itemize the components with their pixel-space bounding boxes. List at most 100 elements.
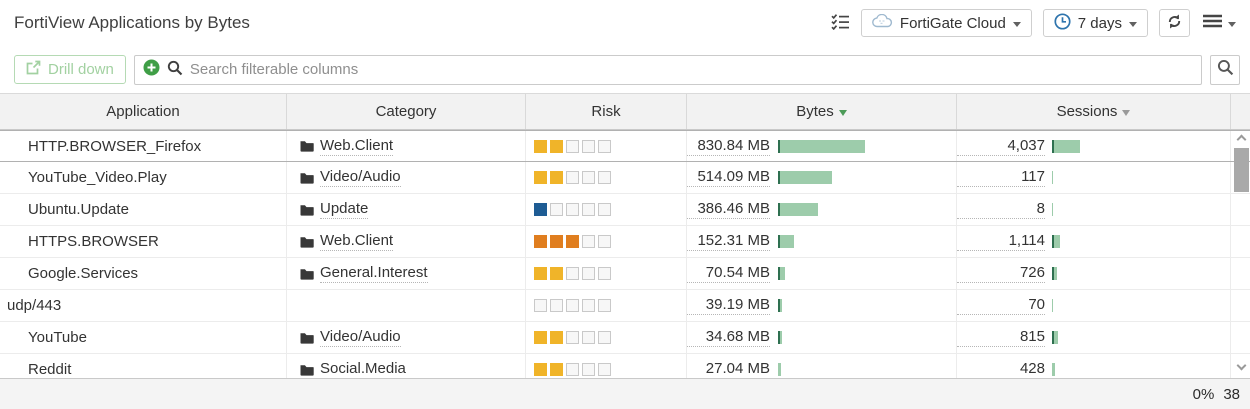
table-row[interactable]: HTTP.BROWSER_Firefox Web.Client 830.84 M…: [0, 130, 1250, 162]
filter-toolbar: Drill down: [0, 46, 1250, 93]
refresh-button[interactable]: [1159, 9, 1190, 37]
risk-indicator: [534, 203, 614, 216]
scrollbar-thumb[interactable]: [1234, 148, 1249, 192]
folder-icon: [300, 204, 314, 216]
column-header-sessions[interactable]: Sessions: [957, 94, 1231, 129]
titlebar-controls: FortiGate Cloud 7 days: [831, 9, 1238, 37]
risk-indicator: [534, 363, 614, 376]
bytes-value[interactable]: 34.68 MB: [687, 328, 770, 347]
chevron-down-icon: [1129, 22, 1137, 27]
bytes-bar: [778, 267, 785, 280]
search-input[interactable]: [190, 61, 1193, 78]
footer-count: 38: [1223, 386, 1240, 403]
category-value[interactable]: Update: [320, 200, 368, 219]
application-name[interactable]: Google.Services: [28, 265, 138, 282]
sessions-value[interactable]: 1,114: [957, 232, 1045, 251]
bytes-bar: [778, 363, 781, 376]
sessions-bar: [1052, 235, 1060, 248]
chevron-down-icon: [1228, 22, 1236, 27]
column-header-application[interactable]: Application: [0, 94, 287, 129]
bytes-bar: [778, 235, 794, 248]
sessions-bar: [1052, 203, 1053, 216]
title-bar: FortiView Applications by Bytes: [0, 0, 1250, 46]
table-row[interactable]: Reddit Social.Media 27.04 MB 428: [0, 354, 1250, 378]
column-header-risk[interactable]: Risk: [526, 94, 687, 129]
sessions-bar: [1052, 267, 1057, 280]
folder-icon: [300, 364, 314, 376]
sessions-value[interactable]: 70: [957, 296, 1045, 315]
drill-down-button[interactable]: Drill down: [14, 55, 126, 84]
search-submit-button[interactable]: [1210, 55, 1240, 85]
sessions-value[interactable]: 815: [957, 328, 1045, 347]
application-name[interactable]: YouTube: [28, 329, 87, 346]
scroll-up-icon[interactable]: [1236, 135, 1246, 145]
table-row[interactable]: udp/443 39.19 MB 70: [0, 290, 1250, 322]
category-value[interactable]: Video/Audio: [320, 168, 401, 187]
application-name[interactable]: YouTube_Video.Play: [28, 169, 167, 186]
folder-icon: [300, 268, 314, 280]
risk-indicator: [534, 235, 614, 248]
bytes-bar: [778, 331, 782, 344]
table-row[interactable]: YouTube_Video.Play Video/Audio 514.09 MB…: [0, 162, 1250, 194]
folder-icon: [300, 332, 314, 344]
refresh-icon: [1166, 13, 1183, 34]
application-name[interactable]: Ubuntu.Update: [28, 201, 129, 218]
folder-icon: [300, 236, 314, 248]
application-name[interactable]: HTTPS.BROWSER: [28, 233, 159, 250]
folder-icon: [300, 172, 314, 184]
bytes-value[interactable]: 152.31 MB: [687, 232, 770, 251]
table-row[interactable]: Ubuntu.Update Update 386.46 MB 8: [0, 194, 1250, 226]
sessions-value[interactable]: 726: [957, 264, 1045, 283]
vertical-scrollbar[interactable]: [1232, 130, 1250, 378]
risk-indicator: [534, 299, 614, 312]
bytes-value[interactable]: 514.09 MB: [687, 168, 770, 187]
add-filter-icon[interactable]: [143, 59, 160, 80]
sessions-value[interactable]: 8: [957, 200, 1045, 219]
fortiview-table: Application Category Risk Bytes Sessions…: [0, 93, 1250, 378]
search-icon: [1217, 59, 1234, 80]
bytes-value[interactable]: 830.84 MB: [687, 137, 770, 156]
bytes-value[interactable]: 27.04 MB: [687, 360, 770, 378]
sessions-bar: [1052, 299, 1053, 312]
category-value[interactable]: Web.Client: [320, 232, 393, 251]
sessions-bar: [1052, 171, 1053, 184]
bytes-value[interactable]: 70.54 MB: [687, 264, 770, 283]
table-row[interactable]: Google.Services General.Interest 70.54 M…: [0, 258, 1250, 290]
sessions-value[interactable]: 117: [957, 168, 1045, 187]
scroll-down-icon[interactable]: [1236, 361, 1246, 371]
category-value[interactable]: Video/Audio: [320, 328, 401, 347]
menu-dropdown[interactable]: [1201, 9, 1238, 37]
sort-desc-icon: [1122, 110, 1130, 116]
bytes-bar: [778, 140, 865, 153]
application-name[interactable]: Reddit: [28, 361, 71, 378]
column-settings-button[interactable]: [831, 13, 850, 34]
category-value[interactable]: General.Interest: [320, 264, 428, 283]
column-header-spacer: [1231, 94, 1250, 129]
drill-down-label: Drill down: [48, 61, 114, 78]
status-bar: 0% 38: [0, 378, 1250, 409]
time-range-dropdown[interactable]: 7 days: [1043, 9, 1148, 37]
search-filter-bar[interactable]: [134, 55, 1202, 85]
drill-down-icon: [26, 60, 41, 79]
column-header-category[interactable]: Category: [287, 94, 526, 129]
application-name[interactable]: udp/443: [7, 297, 61, 314]
device-selector-label: FortiGate Cloud: [900, 15, 1006, 32]
risk-indicator: [534, 331, 614, 344]
table-row[interactable]: YouTube Video/Audio 34.68 MB 815: [0, 322, 1250, 354]
checklist-icon: [831, 13, 850, 34]
column-header-bytes[interactable]: Bytes: [687, 94, 957, 129]
sessions-value[interactable]: 428: [957, 360, 1045, 378]
fortiview-window: FortiView Applications by Bytes: [0, 0, 1250, 409]
category-value[interactable]: Web.Client: [320, 137, 393, 156]
bytes-value[interactable]: 386.46 MB: [687, 200, 770, 219]
table-row[interactable]: HTTPS.BROWSER Web.Client 152.31 MB 1,114: [0, 226, 1250, 258]
risk-indicator: [534, 267, 614, 280]
bytes-value[interactable]: 39.19 MB: [687, 296, 770, 315]
sessions-bar: [1052, 140, 1080, 153]
category-value[interactable]: Social.Media: [320, 360, 406, 378]
device-selector-dropdown[interactable]: FortiGate Cloud: [861, 9, 1032, 37]
cloud-icon: [872, 14, 893, 32]
application-name[interactable]: HTTP.BROWSER_Firefox: [28, 138, 201, 155]
folder-icon: [300, 140, 314, 152]
sessions-value[interactable]: 4,037: [957, 137, 1045, 156]
